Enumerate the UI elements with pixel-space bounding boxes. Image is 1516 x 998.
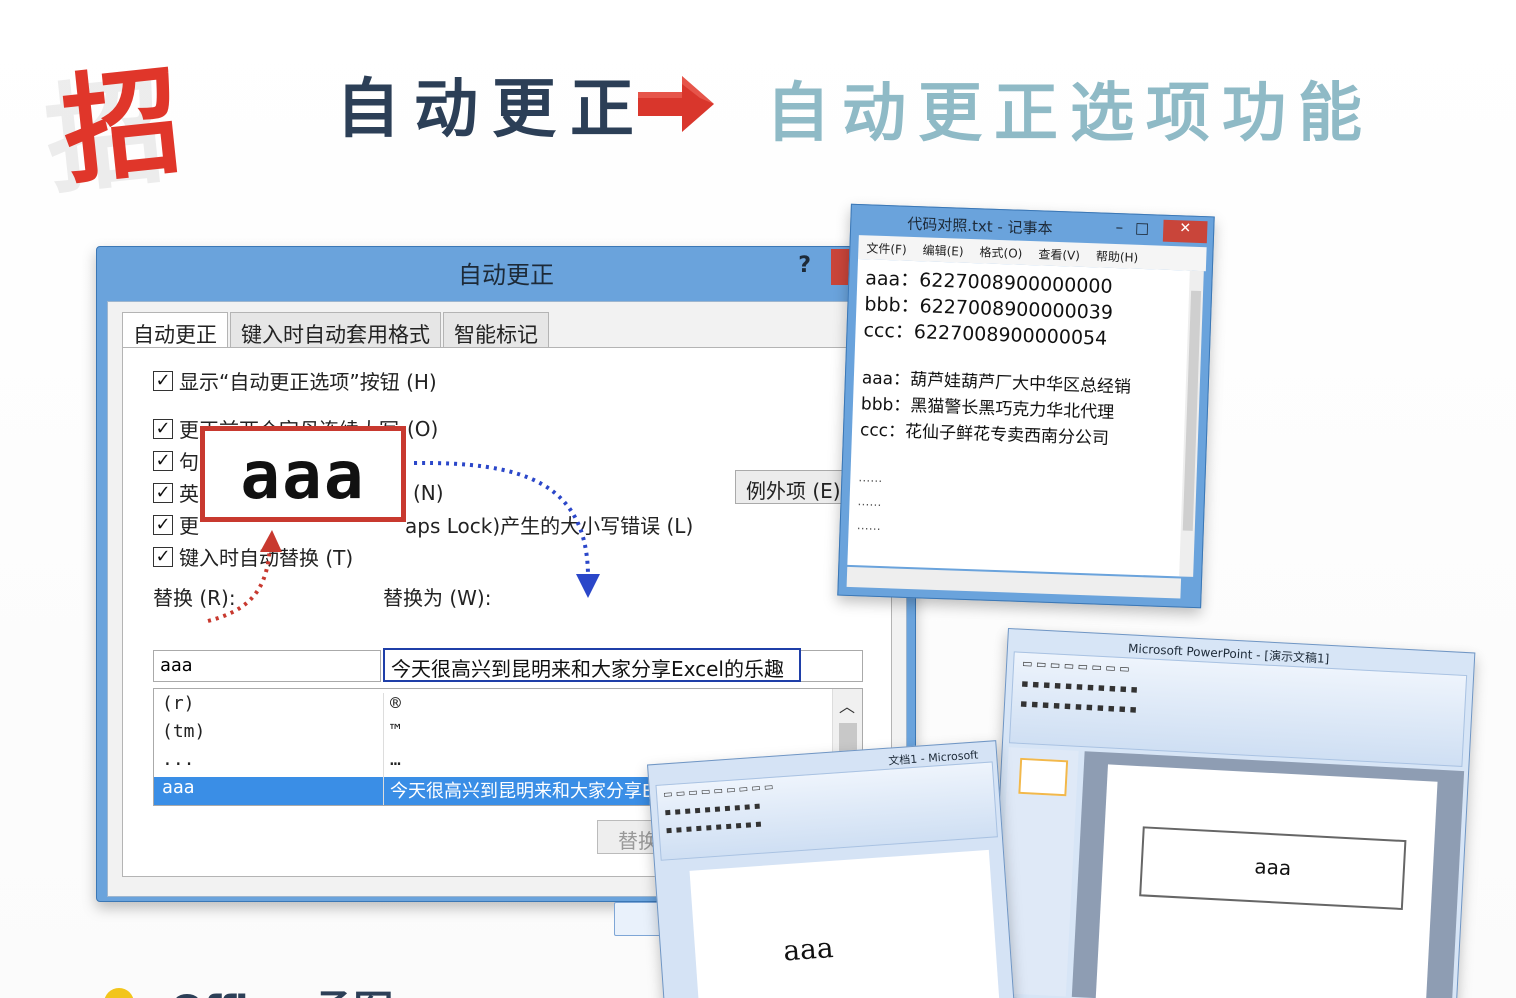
- slide[interactable]: aaa: [1095, 764, 1438, 998]
- powerpoint-window: Microsoft PowerPoint - [演示文稿1] ▭ ▭ ▭ ▭ ▭…: [988, 628, 1476, 998]
- close-icon[interactable]: ✕: [1162, 219, 1208, 244]
- text-box-content: aaa: [1253, 854, 1292, 881]
- slide-canvas: aaa: [1071, 751, 1465, 998]
- document-page[interactable]: aaa: [689, 849, 1000, 998]
- word-window: 文档1 - Microsoft ▭ ▭ ▭ ▭ ▭ ▭ ▭ ▭ ▭ ▪ ▪ ▪ …: [647, 740, 1015, 998]
- slide-stage: 招 自动更正 自动更正选项功能 自动更正 ? 自动更正 键入时自动套用格式 智能…: [0, 0, 1516, 998]
- menu-edit[interactable]: 编辑(E): [922, 241, 964, 259]
- ribbon[interactable]: ▭ ▭ ▭ ▭ ▭ ▭ ▭ ▭ ▭ ▪ ▪ ▪ ▪ ▪ ▪ ▪ ▪ ▪ ▪ ▪ …: [655, 761, 998, 861]
- window-title: 代码对照.txt - 记事本: [906, 214, 1053, 238]
- window-controls[interactable]: –□: [1115, 218, 1161, 238]
- text-box[interactable]: aaa: [1139, 826, 1407, 911]
- ribbon[interactable]: ▭ ▭ ▭ ▭ ▭ ▭ ▭ ▭ ▪ ▪ ▪ ▪ ▪ ▪ ▪ ▪ ▪ ▪ ▪ ▪ …: [1008, 651, 1468, 767]
- document-text: aaa: [782, 931, 835, 968]
- menu-view[interactable]: 查看(V): [1038, 245, 1080, 263]
- menu-help[interactable]: 帮助(H): [1096, 247, 1139, 265]
- notepad-window: 代码对照.txt - 记事本 –□ ✕ 文件(F) 编辑(E) 格式(O) 查看…: [837, 203, 1215, 609]
- menu-format[interactable]: 格式(O): [979, 243, 1022, 261]
- bottom-heading: Office 承图: [170, 978, 393, 998]
- text-area[interactable]: aaa：6227008900000000 bbb：622700890000003…: [847, 259, 1192, 577]
- menu-file[interactable]: 文件(F): [866, 239, 907, 257]
- slide-thumbnail[interactable]: [1018, 757, 1069, 797]
